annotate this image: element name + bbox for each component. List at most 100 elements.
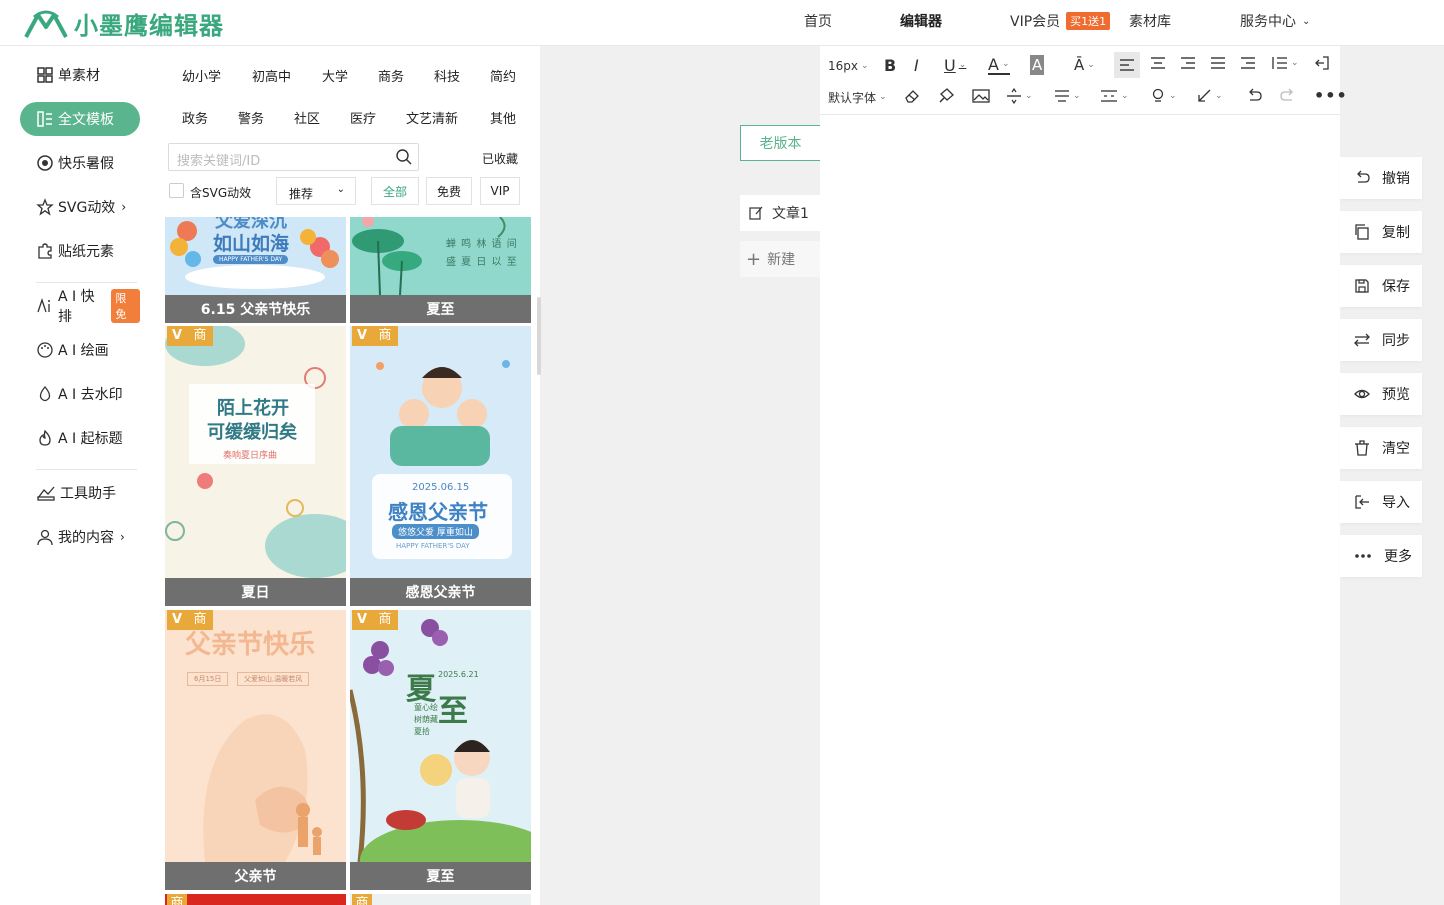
sidebar-item-single-material[interactable]: 单素材 (20, 58, 140, 92)
logo[interactable]: 小墨鹰编辑器 (24, 6, 224, 41)
editor-area[interactable]: 16px ⌄ B I U ⌄ A ⌄ A Ā ⌄ ⌄ 默认字体 ⌄ ⌄ ⌄ ⌄ … (820, 46, 1347, 905)
font-family-select[interactable]: 默认字体 ⌄ (828, 88, 887, 106)
eraser-icon[interactable] (904, 88, 920, 104)
search-box[interactable]: 搜索关键词/ID (168, 143, 419, 171)
category-tab[interactable]: 警务 (238, 108, 264, 127)
template-card[interactable]: 父亲节快乐 6月15日 父爱如山,温暖若风 V 商 父亲节 (165, 610, 346, 890)
sidebar-item-my-content[interactable]: 我的内容 › (20, 520, 140, 554)
indent-icon[interactable] (1240, 56, 1256, 70)
bold-icon[interactable]: B (884, 55, 898, 75)
template-card[interactable]: 蝉 鸣 林 语 间 盛 夏 日 以 至 夏至 (350, 217, 531, 323)
text-effect-icon[interactable]: Ā ⌄ (1074, 55, 1095, 75)
nav-service[interactable]: 服务中心 ⌄ (1240, 0, 1310, 42)
chevron-right-icon: › (121, 200, 127, 214)
resize-arrow-icon[interactable]: ⌄ (1196, 88, 1223, 104)
image-icon[interactable] (972, 88, 990, 104)
letter-spacing-icon[interactable]: ⌄ (1100, 88, 1129, 104)
line-height-icon[interactable]: ⌄ (1270, 56, 1299, 70)
new-doc-button[interactable]: + 新建 (740, 241, 820, 277)
sync-icon (1354, 333, 1370, 347)
category-tab[interactable]: 科技 (434, 66, 460, 85)
doc-tab-article1[interactable]: 文章1 (740, 195, 820, 231)
chevron-down-icon: ⌄ (861, 61, 869, 71)
chevron-down-icon: ⌄ (1025, 91, 1033, 101)
card-art-text: 夏拾 (414, 727, 430, 736)
format-painter-icon[interactable] (938, 88, 954, 104)
template-panel-scrollbar[interactable] (537, 297, 541, 375)
template-thumbnail: 夏 至 2025.6.21 童心绘 树荫藏 夏拾 V 商 (350, 610, 531, 890)
align-justify-icon[interactable] (1210, 56, 1226, 70)
category-tab[interactable]: 社区 (294, 108, 320, 127)
save-action-button[interactable]: 保存 (1340, 265, 1422, 307)
vip-promo-badge: 买1送1 (1066, 12, 1111, 30)
font-size-select[interactable]: 16px ⌄ (828, 56, 869, 76)
svg-filter-checkbox[interactable] (169, 183, 184, 198)
sidebar-item-ai-paint[interactable]: A I 绘画 (20, 333, 140, 367)
old-version-button[interactable]: 老版本 (740, 125, 820, 161)
sort-select[interactable]: 推荐 ⌄ (276, 177, 356, 205)
category-tab[interactable]: 政务 (182, 108, 208, 127)
category-tab[interactable]: 大学 (322, 66, 348, 85)
undo-icon[interactable] (1246, 88, 1262, 104)
search-input[interactable]: 搜索关键词/ID (177, 150, 260, 169)
redo-icon[interactable] (1280, 88, 1296, 104)
sync-action-button[interactable]: 同步 (1340, 319, 1422, 361)
more-icon[interactable]: ••• (1314, 86, 1348, 105)
indent-icon (1241, 57, 1255, 69)
chevron-down-icon: ⌄ (879, 92, 887, 102)
underline-icon[interactable]: U ⌄ (944, 55, 966, 75)
divider-icon[interactable]: ⌄ (1006, 88, 1033, 104)
preview-action-button[interactable]: 预览 (1340, 373, 1422, 415)
align-center-icon[interactable] (1150, 56, 1166, 70)
template-card[interactable]: 夏 至 2025.6.21 童心绘 树荫藏 夏拾 V 商 夏至 (350, 610, 531, 890)
sidebar-item-ai-layout[interactable]: A I 快排 限免 (20, 289, 140, 325)
filter-free[interactable]: 免费 (426, 177, 472, 205)
clear-action-button[interactable]: 清空 (1340, 427, 1422, 469)
commercial-badge: 商 (187, 326, 213, 346)
category-tab[interactable]: 文艺清新 (406, 108, 458, 127)
sidebar-item-ai-title[interactable]: A I 起标题 (20, 421, 140, 455)
sidebar-item-stickers[interactable]: 贴纸元素 (20, 234, 140, 268)
sidebar-item-summer[interactable]: 快乐暑假 (20, 146, 140, 180)
align-left-icon[interactable] (1114, 52, 1140, 78)
sidebar-item-tools[interactable]: 工具助手 (20, 476, 140, 510)
nav-editor[interactable]: 编辑器 (900, 0, 942, 42)
copy-action-button[interactable]: 复制 (1340, 211, 1422, 253)
category-tab[interactable]: 其他 (490, 108, 516, 127)
letter-spacing-icon (1101, 90, 1117, 102)
favorites-link[interactable]: 已收藏 (482, 150, 518, 167)
resize-arrow-icon (1198, 89, 1211, 102)
nav-materials[interactable]: 素材库 (1129, 0, 1171, 42)
app-name: 小墨鹰编辑器 (74, 12, 224, 40)
category-tab[interactable]: 医疗 (350, 108, 376, 127)
nav-home[interactable]: 首页 (804, 0, 832, 42)
exit-icon[interactable] (1314, 55, 1330, 71)
bulb-icon[interactable]: ⌄ (1150, 88, 1177, 104)
template-card[interactable]: 2025.06.15 感恩父亲节 悠悠父爱 厚重如山 HAPPY FATHER'… (350, 326, 531, 606)
sidebar-item-svg-effects[interactable]: SVG动效 › (20, 190, 140, 224)
align-right-icon[interactable] (1180, 56, 1196, 70)
filter-all[interactable]: 全部 (371, 177, 419, 205)
sidebar-item-ai-watermark[interactable]: A I 去水印 (20, 377, 140, 411)
grid-icon (37, 67, 53, 83)
template-card[interactable]: 陌上花开 可缓缓归矣 奏响夏日序曲 V 商 夏日 (165, 326, 346, 606)
import-action-button[interactable]: 导入 (1340, 481, 1422, 523)
highlight-color-icon[interactable]: A (1030, 55, 1045, 75)
font-color-icon[interactable]: A ⌄ (988, 55, 1010, 75)
category-tab[interactable]: 商务 (378, 66, 404, 85)
sidebar-item-full-template[interactable]: 全文模板 (20, 102, 140, 136)
category-tab[interactable]: 幼小学 (182, 66, 221, 85)
search-icon[interactable] (395, 148, 413, 166)
nav-vip[interactable]: VIP会员 买1送1 (1010, 0, 1111, 42)
commercial-badge: 商 (372, 326, 398, 346)
undo-action-button[interactable]: 撤销 (1340, 157, 1422, 199)
category-tab[interactable]: 简约 (490, 66, 516, 85)
template-card[interactable]: 父爱深沉 如山如海 HAPPY FATHER'S DAY 6.15 父亲节快乐 (165, 217, 346, 323)
filter-vip[interactable]: VIP (480, 177, 520, 205)
template-card[interactable]: 商 (165, 894, 346, 905)
template-card[interactable]: 商 (350, 894, 531, 905)
paragraph-spacing-icon[interactable]: ⌄ (1054, 88, 1081, 104)
more-action-button[interactable]: 更多 (1340, 535, 1422, 577)
category-tab[interactable]: 初高中 (252, 66, 291, 85)
italic-icon[interactable]: I (914, 55, 928, 75)
